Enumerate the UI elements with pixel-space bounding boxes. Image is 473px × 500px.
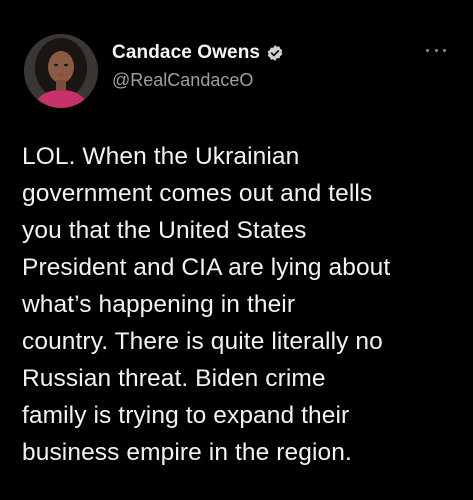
dot xyxy=(443,48,446,52)
handle[interactable]: @RealCandaceO xyxy=(112,70,284,91)
more-options-icon[interactable] xyxy=(426,44,446,56)
dot xyxy=(434,48,438,52)
author-info: Candace Owens @RealCandaceO xyxy=(112,40,284,91)
verified-badge-icon xyxy=(266,44,284,62)
dot xyxy=(426,48,429,52)
profile-photo-icon xyxy=(24,34,98,108)
avatar[interactable] xyxy=(24,34,98,108)
display-name-row: Candace Owens xyxy=(112,40,284,66)
display-name[interactable]: Candace Owens xyxy=(112,42,260,64)
tweet-card: Candace Owens @RealCandaceO LOL. When th… xyxy=(0,0,473,500)
tweet-text: LOL. When the Ukrainian government comes… xyxy=(22,143,391,466)
